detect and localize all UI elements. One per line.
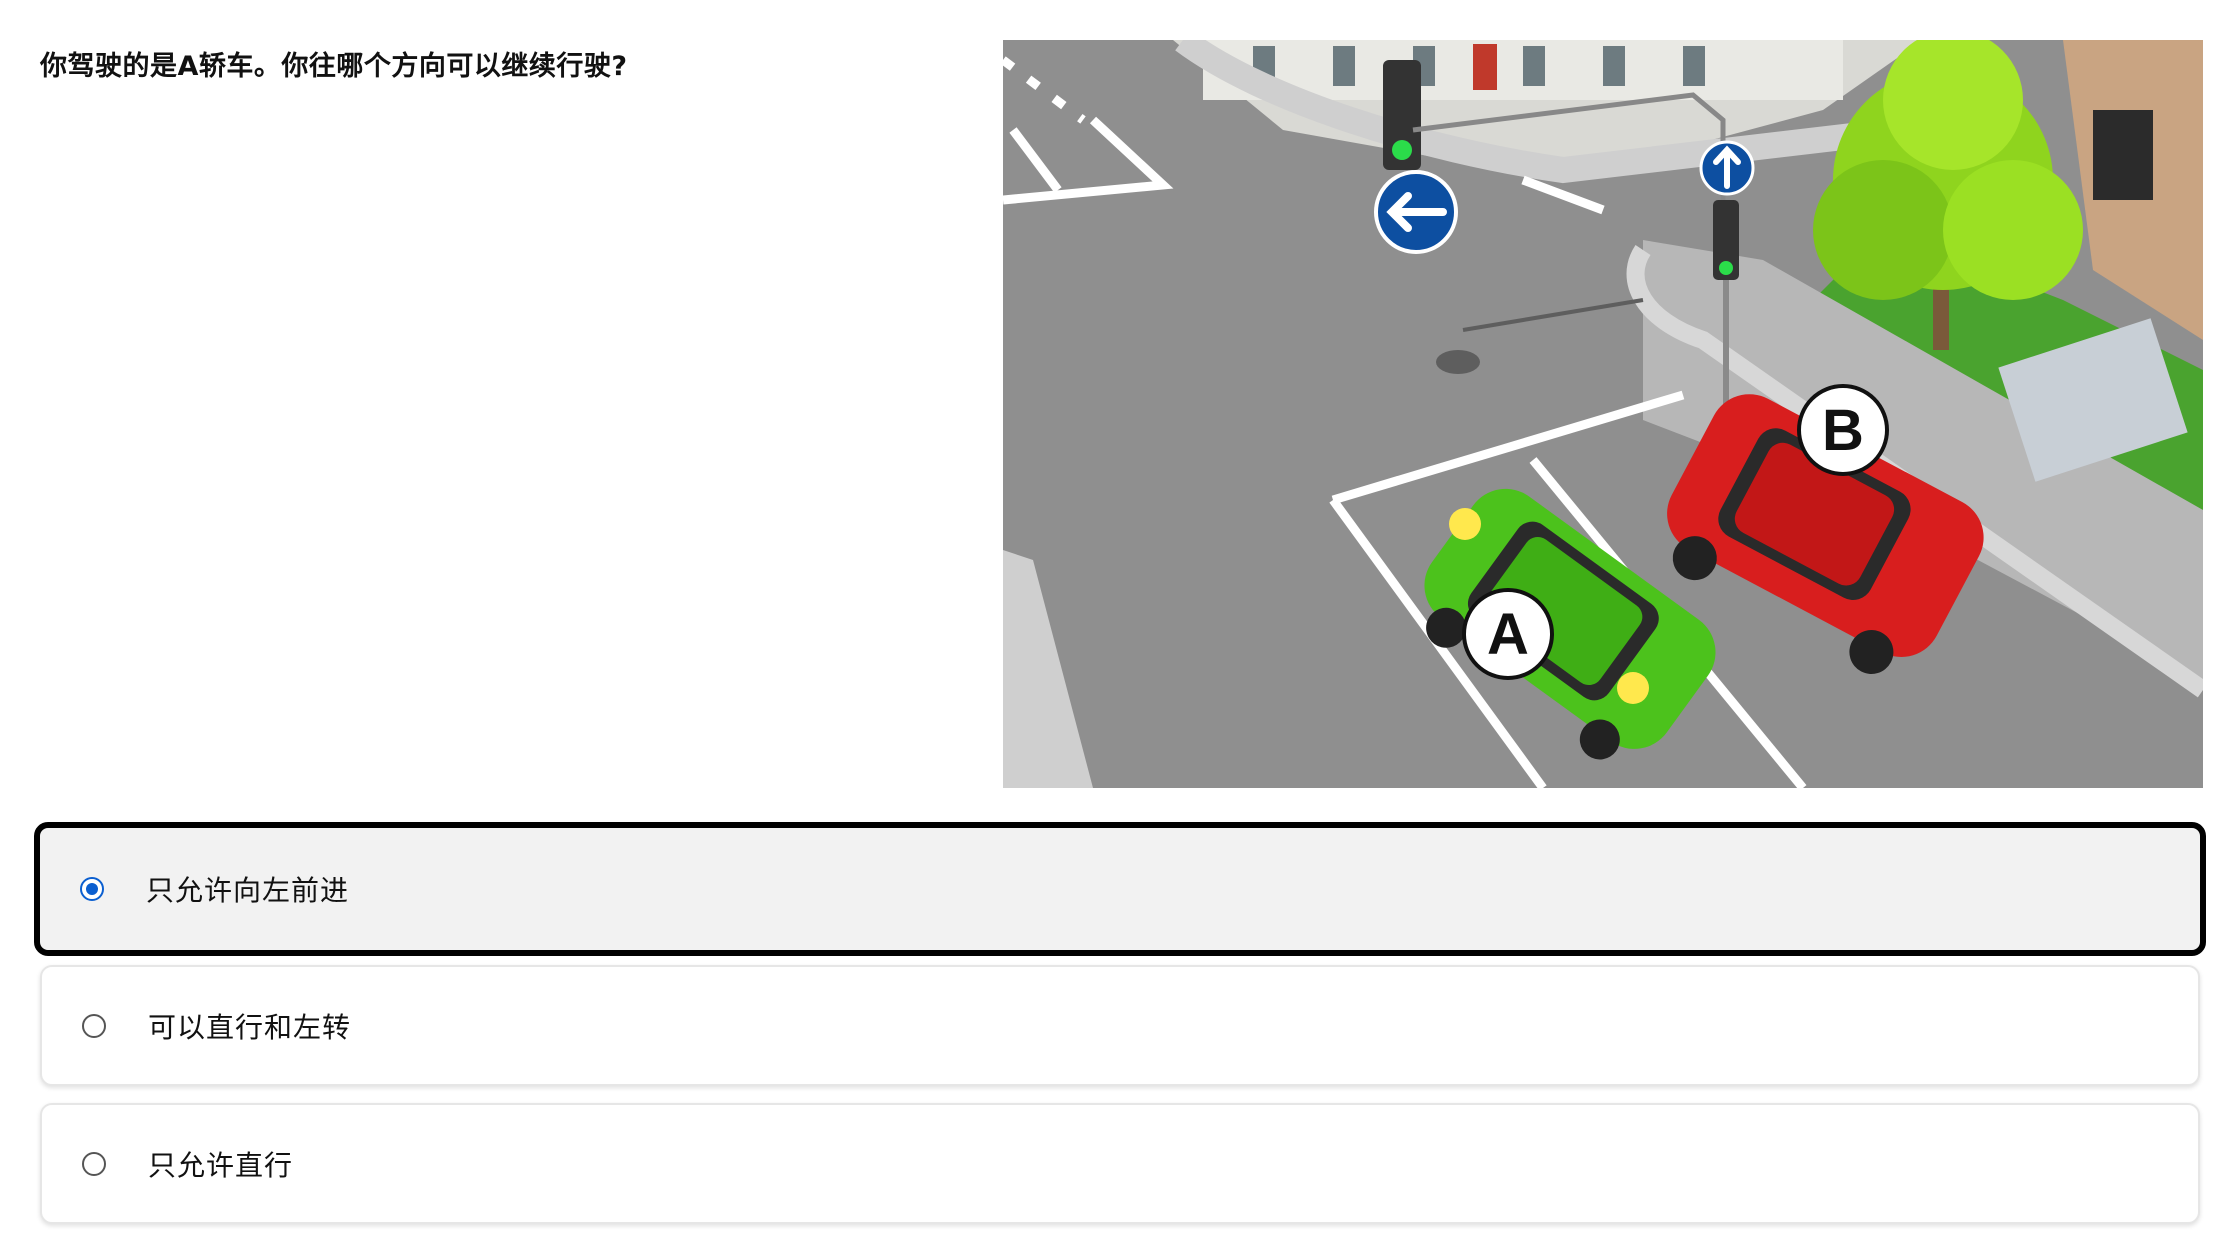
answer-option-3[interactable]: 只允许直行	[40, 1103, 2200, 1224]
marker-a: A	[1462, 588, 1554, 680]
marker-b: B	[1797, 384, 1889, 476]
left-arrow-sign-icon	[1374, 170, 1458, 254]
intersection-illustration: A B	[1003, 40, 2203, 788]
answer-option-2[interactable]: 可以直行和左转	[40, 965, 2200, 1086]
answer-option-label: 只允许向左前进	[146, 874, 350, 907]
answer-option-label: 只允许直行	[148, 1148, 294, 1182]
question-text: 你驾驶的是A轿车。你往哪个方向可以继续行驶?	[40, 51, 628, 82]
radio-button-1[interactable]	[80, 877, 104, 901]
straight-arrow-sign-icon	[1699, 140, 1755, 196]
door	[1473, 44, 1497, 90]
svg-text:A: A	[1487, 602, 1529, 667]
svg-text:B: B	[1822, 398, 1864, 463]
answer-option-1[interactable]: 只允许向左前进	[34, 822, 2206, 956]
answer-option-label: 可以直行和左转	[148, 1010, 352, 1044]
turn-signal-flash-2	[1617, 672, 1649, 704]
radio-button-3[interactable]	[82, 1151, 106, 1176]
turn-signal-flash	[1449, 508, 1481, 540]
radio-button-2[interactable]	[82, 1013, 106, 1038]
